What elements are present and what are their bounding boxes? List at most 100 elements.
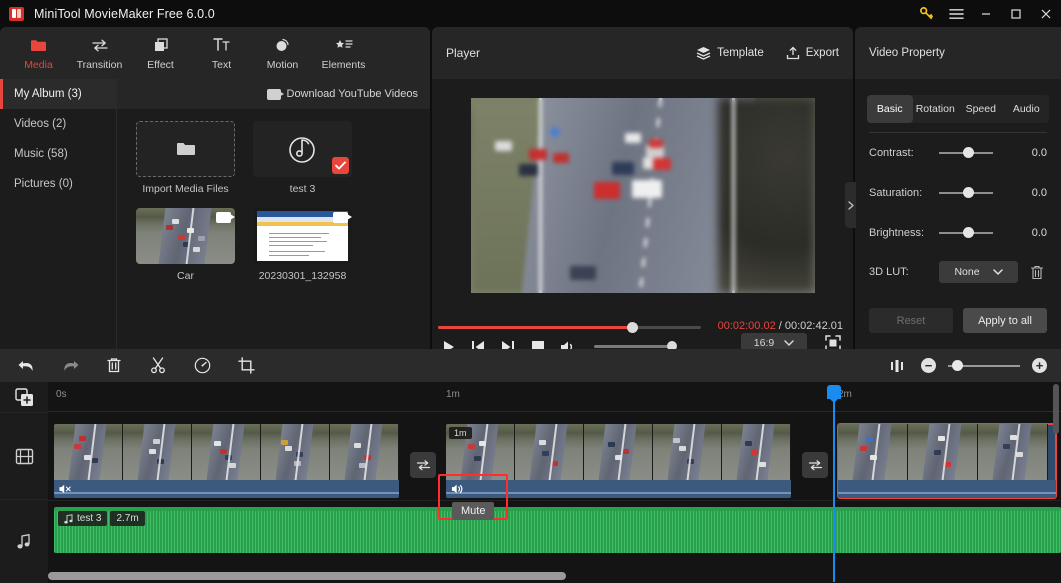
zoom-slider[interactable] [948,359,1020,371]
sidebar-item-videos[interactable]: Videos (2) [0,109,116,139]
saturation-slider[interactable] [939,187,993,198]
tab-motion-label: Motion [266,58,299,71]
minimize-button[interactable] [971,0,1001,27]
tab-text-label: Text [211,58,232,71]
media-item-caption: test 3 [289,183,316,195]
sidebar-item-pictures[interactable]: Pictures (0) [0,169,116,199]
tab-basic[interactable]: Basic [867,95,913,123]
text-tt-icon [212,36,231,54]
redo-icon[interactable] [58,354,82,378]
maximize-button[interactable] [1001,0,1031,27]
ruler-tick: 1m [446,389,460,400]
playhead[interactable] [827,385,841,582]
property-tab-bar: Basic Rotation Speed Audio [867,95,1049,123]
split-scissors-icon[interactable] [146,354,170,378]
player-stage [432,79,853,312]
speaker-icon [451,484,463,494]
sidebar-item-label: Videos (2) [14,118,67,130]
speed-gauge-icon[interactable] [190,354,214,378]
video-badge-icon [333,212,352,223]
template-button[interactable]: Template [696,46,764,60]
property-title: Video Property [869,47,945,59]
audio-track: test 3 2.7m [48,500,1061,562]
reset-button[interactable]: Reset [869,308,953,333]
brightness-slider[interactable] [939,227,993,238]
transition-slot-1[interactable] [410,452,436,478]
player-header: Player Template Export [432,27,853,79]
audio-clip[interactable]: test 3 2.7m [54,507,1061,553]
media-item-import[interactable]: Import Media Files [136,121,235,195]
clip-mute-toggle[interactable] [59,483,72,495]
timeline-ruler[interactable]: 0s 1m 2m [48,382,1061,412]
brightness-value: 0.0 [1031,227,1047,239]
key-icon[interactable] [911,0,941,27]
upload-icon [786,46,799,60]
video-preview[interactable] [470,98,815,293]
lut-select[interactable]: None [939,261,1018,283]
zoom-in-icon[interactable]: + [1032,358,1047,373]
video-track-header[interactable] [0,412,48,499]
audio-track-header[interactable] [0,499,48,583]
lut-value: None [954,266,980,278]
music-circle-icon [288,137,315,163]
video-thumbnail[interactable] [136,208,235,264]
audio-thumbnail[interactable] [253,121,352,177]
table-row[interactable] [837,423,1057,499]
audio-clip-name: test 3 [77,513,102,524]
tab-motion[interactable]: Motion [252,28,313,78]
player-panel: Player Template Export 00:02:00.02 / 00:… [432,27,853,353]
apply-to-all-button[interactable]: Apply to all [963,308,1047,333]
player-controls: 00:02:00.02 / 00:02:42.01 16:9 [432,312,853,353]
tab-media[interactable]: Media [8,28,69,78]
audio-clip-duration: 2.7m [116,513,139,524]
app-window: MiniTool MovieMaker Free 6.0.0 Media Tra… [0,0,1061,583]
tab-transition[interactable]: Transition [69,28,130,78]
media-item-test3[interactable]: test 3 [253,121,352,195]
transition-slot-2[interactable] [802,452,828,478]
tab-rotation[interactable]: Rotation [913,95,959,123]
tab-effect[interactable]: Effect [130,28,191,78]
property-header: Video Property [855,27,1061,79]
clip-mute-toggle[interactable] [451,483,464,495]
add-media-icon[interactable] [0,382,48,412]
close-button[interactable] [1031,0,1061,27]
tab-text[interactable]: Text [191,28,252,78]
tab-speed[interactable]: Speed [958,95,1004,123]
export-button[interactable]: Export [786,46,839,60]
folder-icon [176,143,195,155]
tab-audio[interactable]: Audio [1004,95,1050,123]
audio-clip-duration-chip: 2.7m [110,511,145,526]
zoom-out-icon[interactable]: − [921,358,936,373]
ruler-tick: 0s [56,389,67,400]
timeline-vertical-scrollbar[interactable] [1053,384,1059,434]
timeline-horizontal-scrollbar[interactable] [48,572,1053,580]
download-youtube-videos-button[interactable]: Download YouTube Videos [287,88,419,100]
video-thumbnail[interactable] [253,208,352,264]
media-item-car[interactable]: Car [136,208,235,282]
sidebar-item-music[interactable]: Music (58) [0,139,116,169]
tab-elements[interactable]: Elements [313,28,374,78]
layers-icon [696,47,711,60]
crop-icon[interactable] [234,354,258,378]
panel-collapse-handle[interactable] [845,182,856,228]
contrast-slider[interactable] [939,147,993,158]
table-row[interactable]: 1m [446,424,791,498]
fit-timeline-icon[interactable] [885,354,909,378]
saturation-label: Saturation: [869,187,923,199]
transition-arrows-icon [91,36,109,54]
volume-slider[interactable] [594,341,677,351]
undo-icon[interactable] [14,354,38,378]
chevron-down-icon [992,268,1003,275]
import-dropzone[interactable] [136,121,235,177]
music-note-icon [64,513,73,523]
playback-progress-slider[interactable] [438,322,701,333]
media-item-20230301[interactable]: 20230301_132958 [253,208,352,282]
delete-lut-icon[interactable] [1030,265,1044,280]
contrast-label: Contrast: [869,147,914,159]
table-row[interactable] [54,424,399,498]
hamburger-menu-icon[interactable] [941,0,971,27]
app-title: MiniTool MovieMaker Free 6.0.0 [34,6,215,21]
delete-trash-icon[interactable] [102,354,126,378]
sidebar-item-my-album[interactable]: My Album (3) [0,79,116,109]
tab-elements-label: Elements [321,58,366,71]
